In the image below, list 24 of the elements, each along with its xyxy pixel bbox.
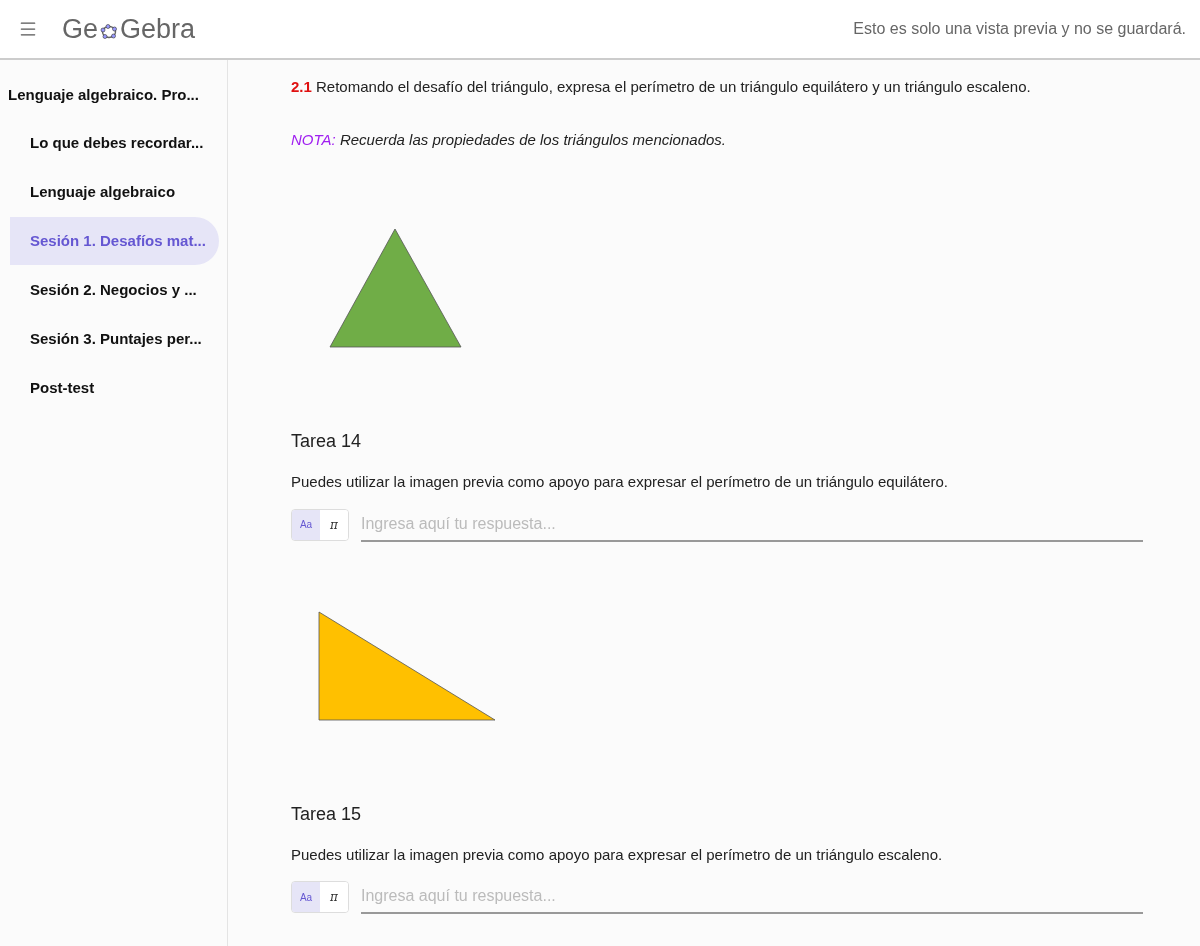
task-instruction: Puedes utilizar la imagen previa como apoyo para expresar el perímetro de un triángulo escaleno.: [291, 844, 944, 865]
note-text: NOTA: Recuerda las propiedades de los triángulos mencionados.: [291, 129, 727, 150]
sidebar-item[interactable]: Lenguaje algebraico: [10, 168, 219, 216]
sidebar-item[interactable]: Sesión 2. Negocios y ...: [10, 266, 219, 314]
preview-notice: Esto es solo una vista previa y no se guardará.: [853, 19, 1186, 39]
question-text: 2.1 Retomando el desafío del triángulo, expresa el perímetro de un triángulo equilátero y un triángulo escaleno.: [291, 77, 1032, 97]
input-mode-toggle[interactable]: π: [320, 882, 348, 912]
sidebar-title[interactable]: Lenguaje algebraico. Pro...: [0, 84, 227, 108]
logo-text: Ge: [62, 12, 99, 46]
task-instruction: Puedes utilizar la imagen previa como apoyo para expresar el perímetro de un triángulo equilátero.: [291, 472, 950, 492]
input-mode-toggle[interactable]: Aa: [292, 882, 320, 912]
sidebar-item[interactable]: Sesión 3. Puntajes per...: [10, 315, 219, 363]
answer-field[interactable]: Ingresa aquí tu respuesta...: [361, 507, 1143, 542]
sidebar-item[interactable]: Sesión 1. Desafíos mat...: [10, 217, 219, 265]
logo-text: Gebra: [120, 12, 196, 46]
task-title: Tarea 14: [291, 430, 363, 453]
logo-icon: [99, 21, 120, 41]
sidebar-item[interactable]: Lo que debes recordar...: [10, 119, 219, 167]
task-title: Tarea 15: [291, 802, 363, 826]
input-mode-toggle[interactable]: π: [320, 509, 348, 540]
answer-field[interactable]: Ingresa aquí tu respuesta...: [361, 880, 1143, 914]
sidebar-item[interactable]: Post-test: [10, 364, 219, 412]
input-mode-toggle[interactable]: Aa: [292, 509, 320, 540]
geogebra-logo[interactable]: Ge Gebra: [62, 8, 196, 50]
